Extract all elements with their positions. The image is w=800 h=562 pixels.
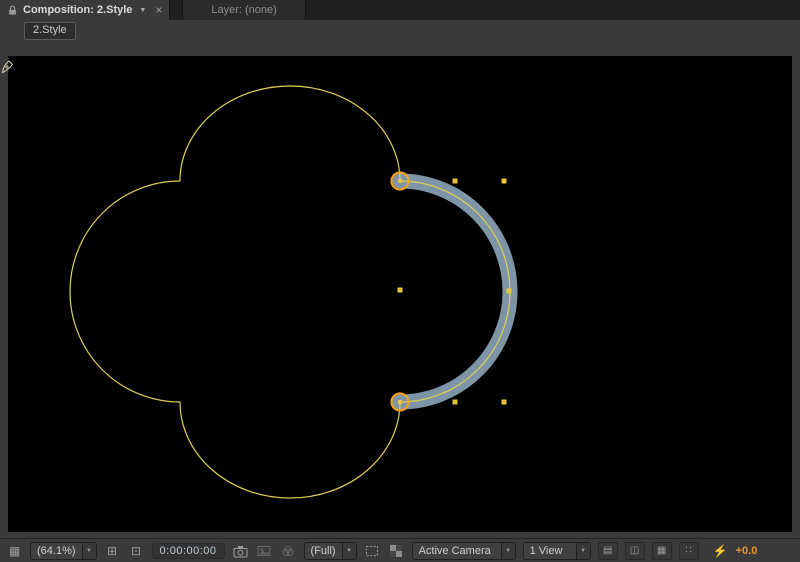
resolution-dropdown[interactable]: (Full) ▼ [303,542,357,560]
tab-composition-label: Composition: 2.Style [23,4,133,16]
magnification-value: (64.1%) [37,545,76,557]
viewer-lock-icon[interactable] [7,5,18,16]
tab-close-icon[interactable]: × [155,4,162,16]
pixel-aspect-ratio-icon[interactable]: ▤ [597,542,618,560]
pen-cursor-icon [1,59,14,74]
3d-view-dropdown[interactable]: Active Camera ▼ [411,542,516,560]
transparency-grid-icon[interactable] [388,543,405,559]
tab-layer-label: Layer: (none) [211,4,277,16]
chevron-down-icon: ▼ [575,543,590,559]
chevron-down-icon: ▼ [341,543,356,559]
timeline-icon[interactable]: ◫ [624,542,645,560]
panel-grid-icon[interactable]: ▦ [6,543,23,559]
composition-flowchart-icon[interactable]: ▦ [651,542,672,560]
statusbar: ▦ (64.1%) ▼ ⊞ ⊡ 0:00:00:00 (Full) ▼ Acti… [0,538,800,562]
chevron-down-icon: ▼ [500,543,515,559]
exposure-value[interactable]: +0.0 [736,545,758,557]
chevron-down-icon: ▼ [81,543,96,559]
show-snapshot-icon[interactable] [256,543,273,559]
comp-canvas-svg [69,85,518,499]
grid-and-guides-icon[interactable]: ⊞ [104,543,121,559]
mini-flowchart-icon[interactable]: ∷ [678,542,699,560]
show-channel-icon[interactable] [280,543,297,559]
resolution-value: (Full) [310,545,336,557]
composition-panel: Composition: 2.Style ▼ × Layer: (none) 2… [0,0,800,562]
region-of-interest-icon[interactable] [364,543,381,559]
fast-previews-icon[interactable]: ⚡ [712,543,729,559]
tab-layer[interactable]: Layer: (none) [182,0,306,20]
view-layout-dropdown[interactable]: 1 View ▼ [522,542,591,560]
current-time-display[interactable]: 0:00:00:00 [151,543,225,559]
magnification-dropdown[interactable]: (64.1%) ▼ [30,542,97,560]
take-snapshot-icon[interactable] [232,543,249,559]
3d-view-value: Active Camera [418,545,491,557]
view-layout-value: 1 View [529,545,563,557]
comp-canvas[interactable] [8,56,792,532]
comp-navigator-row: 2.Style [0,20,800,42]
viewport [0,42,800,538]
tab-composition[interactable]: Composition: 2.Style ▼ × [0,0,171,20]
viewer-menu-icon[interactable]: ▼ [139,7,146,14]
panel-tab-bar: Composition: 2.Style ▼ × Layer: (none) [0,0,800,20]
comp-chip[interactable]: 2.Style [24,22,76,40]
mask-path-visibility-icon[interactable]: ⊡ [128,543,145,559]
